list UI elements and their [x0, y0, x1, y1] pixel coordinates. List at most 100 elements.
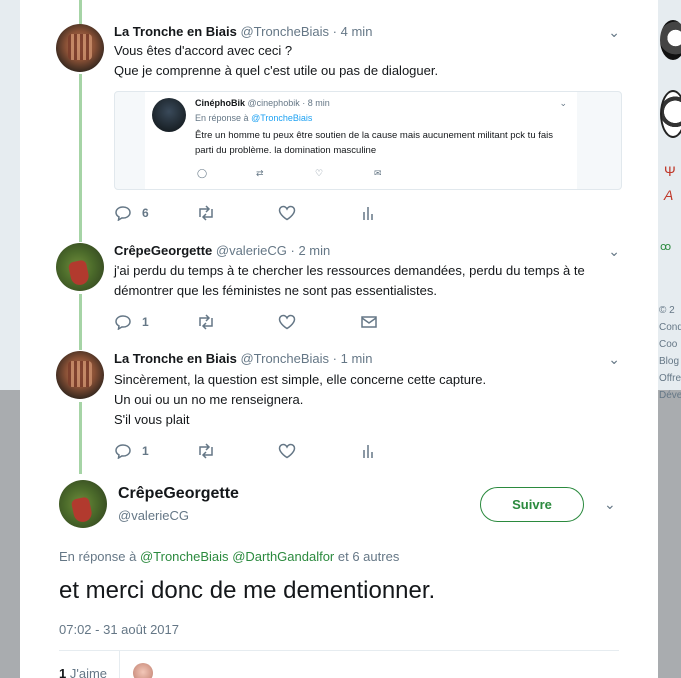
footer-link[interactable]: Offre: [659, 370, 681, 387]
tweet-author-name[interactable]: CrêpeGeorgette: [114, 243, 212, 258]
avatar[interactable]: [56, 351, 104, 399]
like-button[interactable]: [278, 443, 360, 459]
reply-count: 6: [142, 206, 149, 220]
tweet-time[interactable]: 4 min: [341, 24, 373, 39]
analytics-button[interactable]: [360, 443, 442, 459]
direct-message-button[interactable]: [360, 314, 442, 330]
quoted-tweet-image: CinéphoBik @cinephobik · 8 min ⌄ En répo…: [145, 92, 577, 189]
tweet-text-line: Que je comprenne à quel c'est utile ou p…: [114, 63, 439, 78]
in-reply-to: En réponse à @TroncheBiais @DarthGandalf…: [59, 549, 399, 564]
like-button[interactable]: [278, 205, 360, 221]
retweet-button[interactable]: [196, 205, 278, 221]
tweet-header: La Tronche en Biais @TroncheBiais · 1 mi…: [114, 351, 372, 366]
likes-stat[interactable]: 1 J'aime: [59, 666, 107, 678]
quoted-tweet-time: 8 min: [307, 98, 330, 108]
thread-line: [79, 74, 82, 242]
heart-icon: ♡: [315, 168, 324, 178]
analytics-icon: [360, 205, 378, 221]
analytics-button[interactable]: [360, 205, 442, 221]
reply-button[interactable]: 1: [114, 314, 196, 330]
quoted-tweet-header: CinéphoBik @cinephobik · 8 min: [195, 98, 330, 108]
tweet-time[interactable]: 2 min: [298, 243, 330, 258]
thread-line: [79, 0, 82, 24]
separator-dot: ·: [290, 243, 295, 258]
quoted-tweet-text: Être un homme tu peux être soutien de la…: [195, 130, 554, 156]
avatar: [152, 98, 186, 132]
tweet-text: j'ai perdu du temps à te chercher les re…: [114, 261, 585, 301]
tweet-time[interactable]: 1 min: [341, 351, 373, 366]
quoted-in-reply-to: En réponse à @TroncheBiais: [195, 113, 312, 123]
reply-count: 1: [142, 444, 149, 458]
heart-icon: [278, 205, 296, 221]
avatar[interactable]: [59, 480, 107, 528]
chevron-down-icon[interactable]: ⌄: [608, 243, 620, 260]
avatar[interactable]: [56, 243, 104, 291]
footer-link[interactable]: © 2: [659, 302, 681, 319]
divider: [119, 651, 120, 678]
retweet-icon: ⇄: [256, 168, 264, 178]
chevron-down-icon[interactable]: ⌄: [608, 351, 620, 368]
tweet-author-name[interactable]: La Tronche en Biais: [114, 24, 237, 39]
main-tweet-timestamp[interactable]: 07:02 - 31 août 2017: [59, 622, 179, 637]
tweet-author-handle[interactable]: @TroncheBiais: [240, 24, 329, 39]
footer-link[interactable]: Cond: [659, 319, 681, 336]
retweet-icon: [196, 443, 214, 459]
main-tweet-text: et merci donc de me dementionner.: [59, 577, 436, 604]
reply-button[interactable]: 6: [114, 205, 196, 221]
follow-button[interactable]: Suivre: [480, 487, 584, 522]
avatar[interactable]: [660, 20, 681, 60]
reply-link[interactable]: @DarthGandalfor: [232, 549, 334, 564]
reply-link: @TroncheBiais: [251, 113, 313, 123]
avatar[interactable]: [660, 90, 681, 138]
tweet-text-line: j'ai perdu du temps à te chercher les re…: [114, 263, 585, 278]
tweet-text: Sincèrement, la question est simple, ell…: [114, 370, 486, 430]
main-tweet-author-name[interactable]: CrêpeGeorgette: [118, 485, 239, 503]
tweet-author-handle[interactable]: @TroncheBiais: [240, 351, 329, 366]
footer-link[interactable]: Déve: [659, 387, 681, 404]
quoted-author-name: CinéphoBik: [195, 98, 246, 108]
retweet-button[interactable]: [196, 314, 278, 330]
main-tweet-author-handle[interactable]: @valerieCG: [118, 508, 189, 523]
reply-icon: [114, 314, 132, 330]
tweet-text-line: Un oui ou un no me renseignera.: [114, 392, 304, 407]
chevron-down-icon[interactable]: ⌄: [604, 496, 616, 513]
reply-others[interactable]: et 6 autres: [338, 549, 399, 564]
tweet-author-handle[interactable]: @valerieCG: [216, 243, 287, 258]
tweet-text-line: Vous êtes d'accord avec ceci ?: [114, 43, 293, 58]
reply-icon: [114, 443, 132, 459]
avatar[interactable]: [56, 24, 104, 72]
retweet-button[interactable]: [196, 443, 278, 459]
footer-link[interactable]: Coo: [659, 336, 681, 353]
likes-label: J'aime: [69, 666, 108, 678]
separator-dot: ·: [332, 351, 338, 366]
tweet-text: Vous êtes d'accord avec ceci ? Que je co…: [114, 41, 438, 81]
reply-link[interactable]: @TroncheBiais: [140, 549, 229, 564]
analytics-icon: [360, 443, 378, 459]
right-sidebar: Ψ A ꝏ © 2 Cond Coo Blog Offre Déve: [658, 0, 681, 678]
like-button[interactable]: [278, 314, 360, 330]
retweet-icon: [196, 314, 214, 330]
tweet-actions: 6: [114, 205, 442, 221]
thread-line: [79, 402, 82, 474]
tweet-author-name[interactable]: La Tronche en Biais: [114, 351, 237, 366]
reply-count: 1: [142, 315, 149, 329]
avatar[interactable]: [133, 663, 153, 678]
likes-count: 1: [59, 666, 67, 678]
mail-icon: ✉: [374, 168, 382, 178]
quoted-tweet-actions: ◯ ⇄ ♡ ✉: [197, 168, 433, 179]
chevron-down-icon[interactable]: ⌄: [608, 24, 620, 41]
heart-icon: [278, 443, 296, 459]
tweet-header: CrêpeGeorgette @valerieCG · 2 min: [114, 243, 330, 258]
users-icon[interactable]: ꝏ: [660, 240, 671, 253]
tweet-text-line: S'il vous plait: [114, 412, 190, 427]
mail-icon: [360, 314, 378, 330]
quoted-tweet-card[interactable]: CinéphoBik @cinephobik · 8 min ⌄ En répo…: [114, 91, 622, 190]
tweet-text-line: Sincèrement, la question est simple, ell…: [114, 372, 487, 387]
reply-button[interactable]: 1: [114, 443, 196, 459]
reply-prefix: En réponse à: [195, 113, 249, 123]
footer-link[interactable]: Blog: [659, 353, 681, 370]
sidebar-logo-text: Ψ: [664, 163, 676, 179]
sidebar-footer: © 2 Cond Coo Blog Offre Déve: [659, 302, 681, 404]
chevron-down-icon: ⌄: [559, 98, 567, 108]
separator-dot: ·: [332, 24, 338, 39]
